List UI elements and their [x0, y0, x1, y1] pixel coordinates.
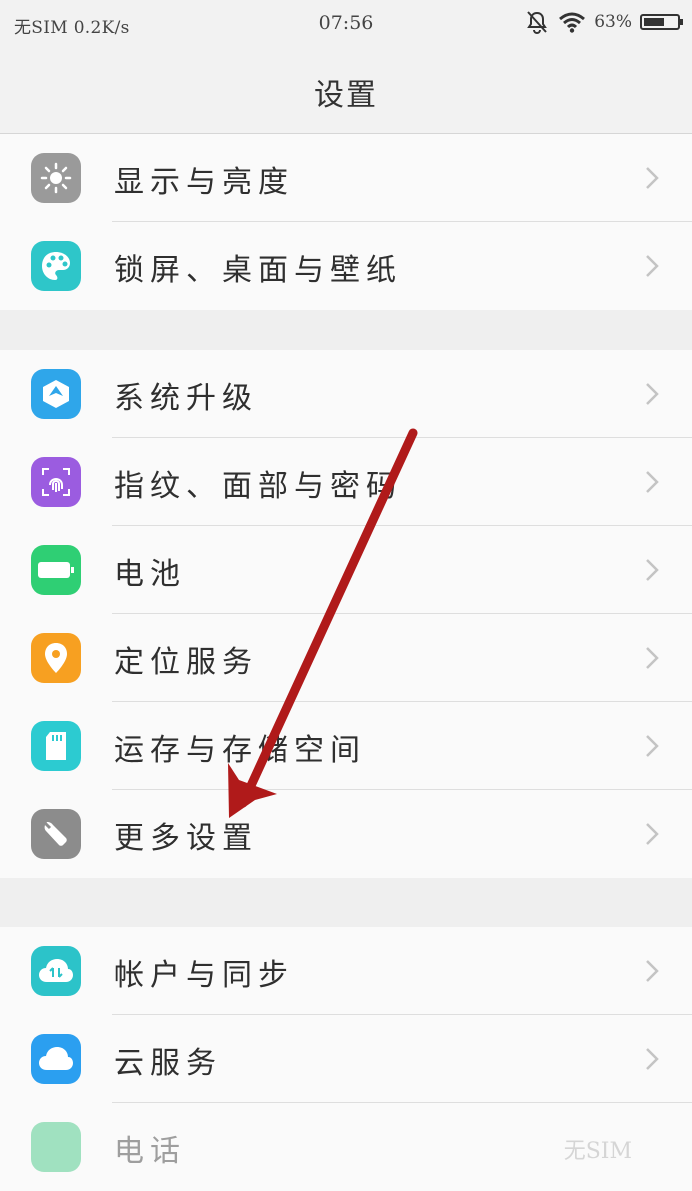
- chevron-right-icon: [646, 559, 659, 581]
- settings-item-label: 显示与亮度: [114, 165, 294, 200]
- settings-item-battery[interactable]: 电池: [0, 526, 692, 614]
- settings-item-label: 指纹、面部与密码: [114, 469, 402, 504]
- chevron-right-icon: [646, 735, 659, 757]
- chevron-right-icon: [646, 1048, 659, 1070]
- settings-item-phone[interactable]: 电话 无SIM: [0, 1103, 692, 1191]
- chevron-right-icon: [646, 823, 659, 845]
- status-bar: 无SIM 0.2K/s 07:56 63%: [0, 0, 692, 48]
- phone-icon: [31, 1122, 81, 1172]
- settings-item-cloud-service[interactable]: 云服务: [0, 1015, 692, 1103]
- settings-item-system-upgrade[interactable]: 系统升级: [0, 350, 692, 438]
- settings-group-display: 显示与亮度 锁屏、桌面与壁纸: [0, 134, 692, 310]
- title-bar: 设置: [0, 48, 692, 134]
- fingerprint-icon: [31, 457, 81, 507]
- settings-group-system: 系统升级 指纹、面部与密码 电池 定位服务 运存与存储空间 更多设置: [0, 350, 692, 878]
- settings-item-value: 无SIM: [563, 1139, 632, 1164]
- settings-item-label: 电话: [114, 1134, 186, 1169]
- battery-percent: 63%: [594, 12, 632, 32]
- location-pin-icon: [31, 633, 81, 683]
- settings-item-lockscreen-wallpaper[interactable]: 锁屏、桌面与壁纸: [0, 222, 692, 310]
- chevron-right-icon: [646, 383, 659, 405]
- settings-item-memory-storage[interactable]: 运存与存储空间: [0, 702, 692, 790]
- cloud-icon: [31, 1034, 81, 1084]
- wrench-icon: [31, 809, 81, 859]
- sun-icon: [31, 153, 81, 203]
- settings-item-label: 帐户与同步: [114, 958, 294, 993]
- upgrade-icon: [31, 369, 81, 419]
- status-icons: 63%: [524, 10, 683, 34]
- bell-off-icon: [527, 11, 548, 34]
- chevron-right-icon: [646, 960, 659, 982]
- settings-item-label: 电池: [114, 557, 186, 592]
- settings-item-fingerprint-face-password[interactable]: 指纹、面部与密码: [0, 438, 692, 526]
- chevron-right-icon: [646, 167, 659, 189]
- settings-item-account-sync[interactable]: 帐户与同步: [0, 927, 692, 1015]
- chevron-right-icon: [646, 255, 659, 277]
- chevron-right-icon: [646, 471, 659, 493]
- palette-icon: [31, 241, 81, 291]
- settings-item-label: 更多设置: [114, 821, 258, 856]
- settings-item-display-brightness[interactable]: 显示与亮度: [0, 134, 692, 222]
- settings-item-label: 云服务: [114, 1046, 222, 1081]
- wifi-icon: [559, 12, 586, 33]
- settings-item-more-settings[interactable]: 更多设置: [0, 790, 692, 878]
- battery-icon: [31, 545, 81, 595]
- battery-icon: [640, 14, 683, 30]
- settings-item-label: 定位服务: [114, 645, 258, 680]
- cloud-sync-icon: [31, 946, 81, 996]
- settings-item-label: 运存与存储空间: [114, 733, 366, 768]
- settings-group-accounts: 帐户与同步 云服务 电话 无SIM: [0, 927, 692, 1191]
- sd-card-icon: [31, 721, 81, 771]
- page-title: 设置: [314, 78, 378, 113]
- settings-item-location[interactable]: 定位服务: [0, 614, 692, 702]
- settings-item-label: 锁屏、桌面与壁纸: [114, 253, 402, 288]
- chevron-right-icon: [646, 647, 659, 669]
- settings-item-label: 系统升级: [114, 381, 258, 416]
